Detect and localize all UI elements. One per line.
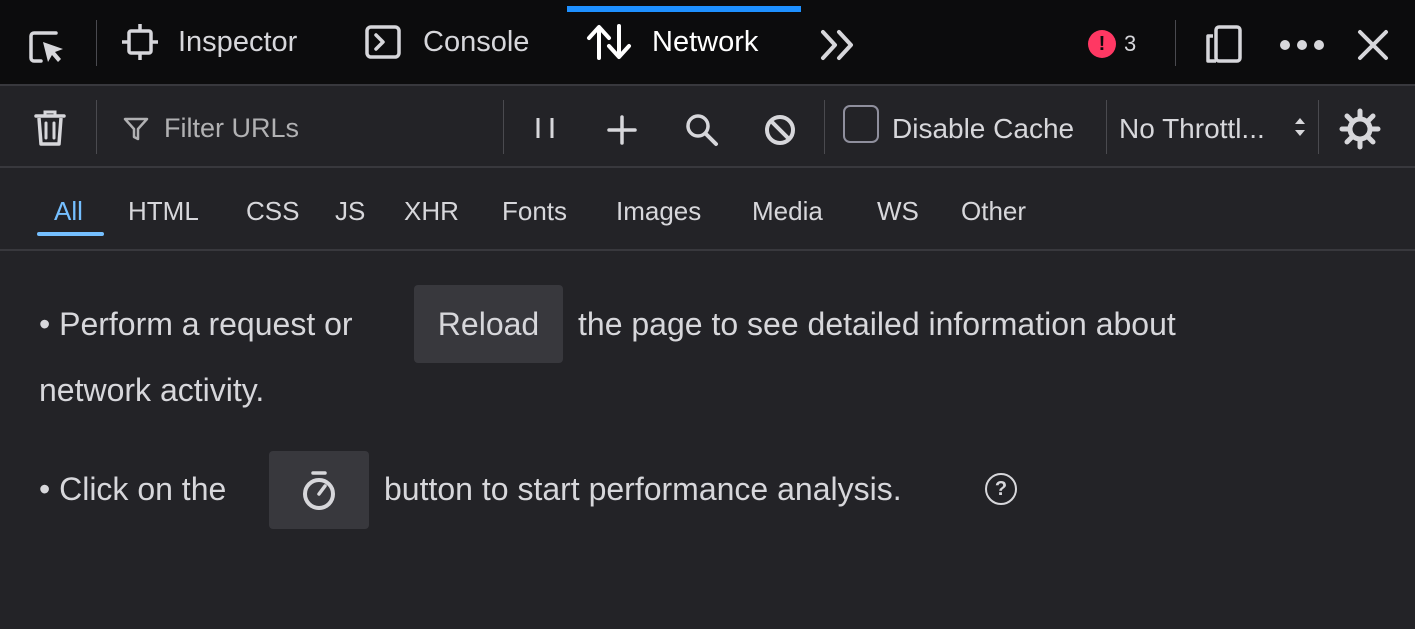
network-settings-button[interactable] [1339,108,1381,150]
filter-urls-input[interactable] [120,110,534,146]
filter-media[interactable]: Media [752,196,823,227]
filter-js[interactable]: JS [335,196,365,227]
tab-network[interactable]: Network [586,22,758,62]
pause-icon [536,118,554,138]
tab-console[interactable]: Console [363,22,529,62]
network-tab-active-indicator [567,6,801,12]
reload-button[interactable]: Reload [414,285,563,363]
search-button[interactable] [684,112,720,148]
pause-button[interactable] [532,116,558,140]
filter-images[interactable]: Images [616,196,701,227]
tab-network-label: Network [652,25,759,58]
filter-other[interactable]: Other [961,196,1026,227]
toolbar-divider [96,100,97,154]
plus-icon [607,115,637,145]
new-request-button[interactable] [606,114,638,146]
error-count-badge[interactable]: ! 3 [1088,30,1136,58]
notice-line-2: network activity. [39,372,265,408]
filter-fonts[interactable]: Fonts [502,196,567,227]
trash-icon [34,110,66,146]
responsive-design-button[interactable] [1204,24,1244,64]
tab-divider [1175,20,1176,66]
toolbar-divider [1318,100,1319,154]
tab-console-label: Console [423,25,530,58]
error-count: 3 [1124,31,1137,56]
notice-line-1-end: the page to see detailed information abo… [578,306,1176,342]
notice-line-3-start: • Click on the [39,471,227,507]
notice-line-3-end: button to start performance analysis. [384,471,902,507]
tab-divider [96,20,97,66]
network-icon [587,24,631,60]
notice-line-1-start: • Perform a request or [39,306,353,342]
filter-ws[interactable]: WS [877,196,919,227]
help-icon[interactable]: ? [985,473,1017,505]
filter-html[interactable]: HTML [128,196,199,227]
toolbar-divider [824,100,825,154]
devtools-tab-bar: Inspector Console Network ! 3 [0,0,1415,86]
pick-element-icon [29,31,63,63]
inspector-icon [122,24,158,60]
close-devtools-button[interactable] [1355,27,1391,63]
filter-xhr[interactable]: XHR [404,196,459,227]
console-icon [365,25,401,59]
responsive-design-icon [1206,25,1242,63]
filter-all[interactable]: All [54,196,83,227]
stopwatch-icon [303,471,335,510]
pick-element-button[interactable] [26,27,66,67]
tab-inspector[interactable]: Inspector [120,22,297,62]
throttling-select[interactable]: No Throttl... [1119,113,1265,145]
performance-analysis-button[interactable] [269,451,369,529]
devtools-window: Inspector Console Network ! 3 Filter URL… [0,0,1415,629]
chevron-double-right-icon [821,30,853,60]
toolbar-divider [1106,100,1107,154]
search-icon [686,114,718,146]
disable-cache-checkbox[interactable] [843,105,879,143]
more-tabs-button[interactable] [818,28,858,62]
request-type-filter-bar: All HTML CSS JS XHR Fonts Images Media W… [0,168,1415,251]
error-icon: ! [1088,30,1116,58]
more-options-button[interactable] [1278,38,1326,52]
close-icon [1358,30,1388,60]
more-options-icon [1280,40,1324,50]
filter-css[interactable]: CSS [246,196,299,227]
filter-all-active-underline [37,232,104,236]
clear-button[interactable] [33,108,67,148]
disable-cache-label[interactable]: Disable Cache [892,113,1074,145]
request-blocking-button[interactable] [762,112,798,148]
throttling-select-arrow [1292,114,1308,140]
settings-gear-icon [1339,108,1381,150]
tab-inspector-label: Inspector [178,25,298,58]
toolbar-divider [503,100,504,154]
chevron-up-down-icon [1295,118,1305,136]
block-icon [765,115,795,145]
